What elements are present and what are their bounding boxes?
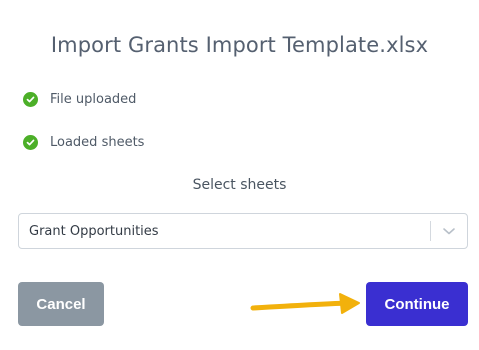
- check-circle-icon: [23, 134, 38, 150]
- status-file-uploaded: File uploaded: [23, 89, 136, 109]
- sheet-select-value: Grant Opportunities: [29, 223, 159, 239]
- cancel-button[interactable]: Cancel: [18, 282, 104, 326]
- continue-button[interactable]: Continue: [366, 282, 468, 326]
- annotation-arrow-icon: [250, 293, 360, 314]
- status-label: Loaded sheets: [50, 134, 145, 150]
- status-loaded-sheets: Loaded sheets: [23, 132, 144, 152]
- dialog-title: Import Grants Import Template.xlsx: [50, 33, 429, 57]
- import-dialog: Import Grants Import Template.xlsx File …: [0, 0, 479, 350]
- status-label: File uploaded: [50, 91, 137, 107]
- select-sheets-heading: Select sheets: [192, 177, 287, 193]
- check-circle-icon: [23, 91, 38, 107]
- sheet-select[interactable]: Grant Opportunities: [18, 213, 468, 249]
- chevron-down-icon[interactable]: [431, 214, 467, 248]
